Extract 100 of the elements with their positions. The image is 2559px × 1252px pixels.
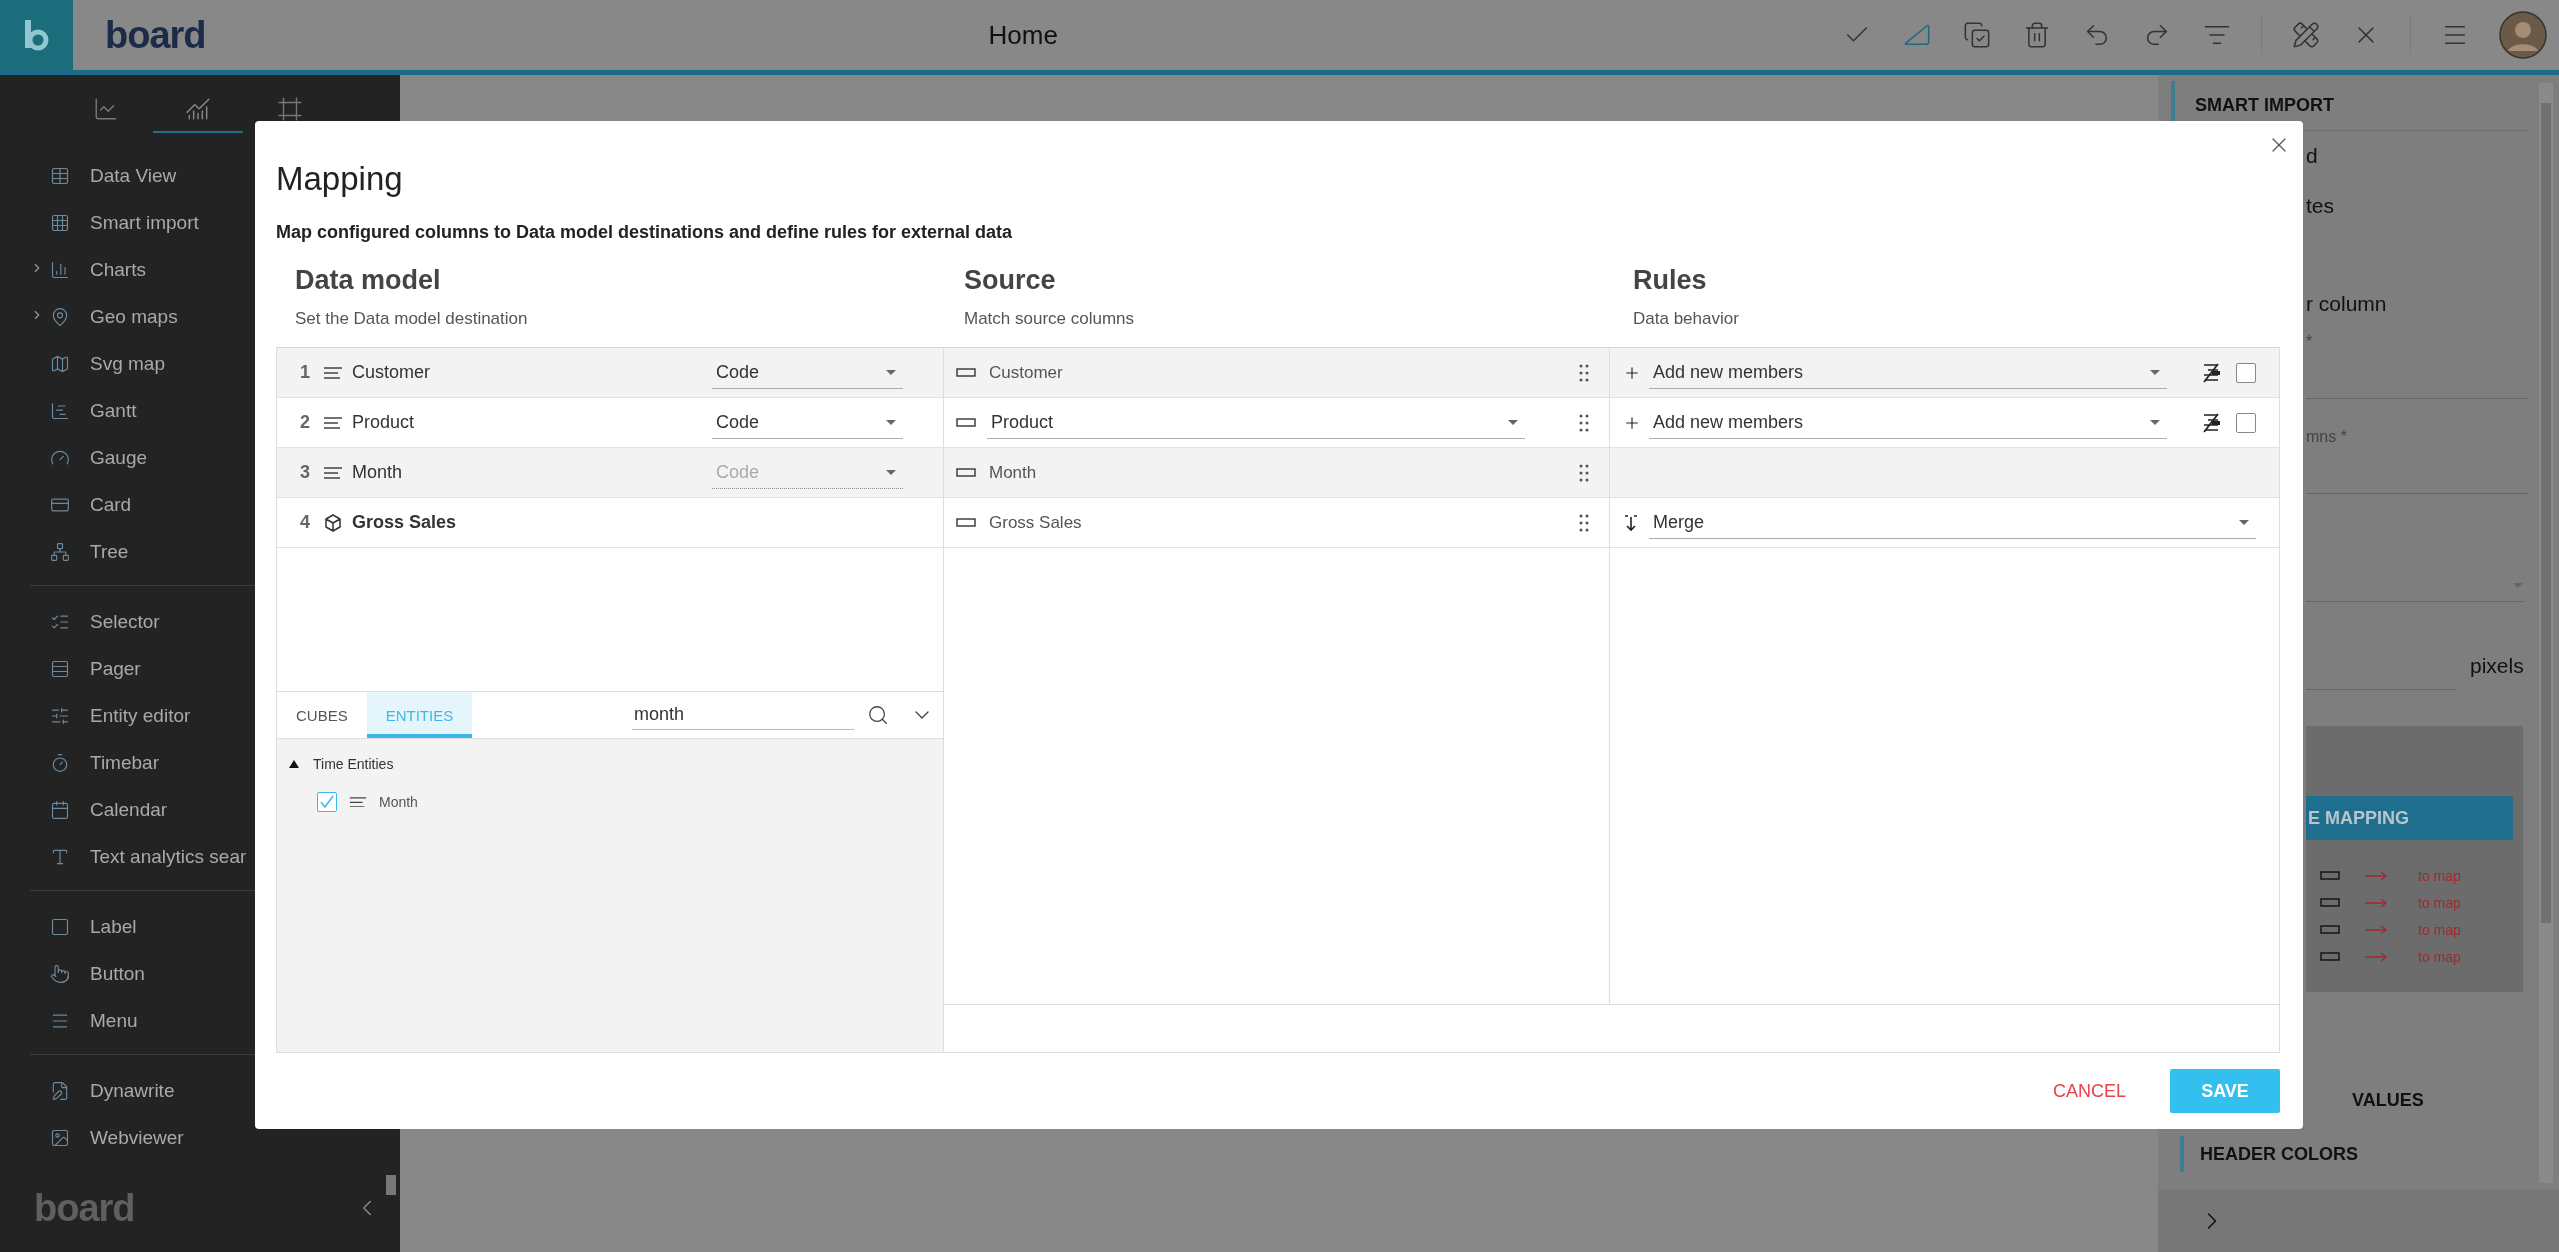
row-number: 1	[299, 362, 311, 383]
chart-icon	[93, 96, 119, 122]
caret-icon	[2149, 418, 2161, 426]
caret-icon	[885, 368, 897, 376]
column-subtitle: Match source columns	[964, 309, 1136, 329]
section-header[interactable]: VALUES	[2348, 1082, 2559, 1118]
lines-icon	[349, 796, 367, 808]
sidebar-item[interactable]: Webviewer	[30, 1114, 380, 1161]
lines-icon	[323, 416, 343, 429]
strike-edit-icon[interactable]	[2200, 361, 2222, 384]
browser-tab[interactable]: CUBES	[277, 692, 367, 738]
calendar-icon	[50, 799, 70, 820]
lines-icon	[323, 366, 343, 379]
timer-icon	[50, 752, 70, 773]
option-label: r column	[2306, 292, 2387, 316]
source-name: Month	[989, 462, 1037, 483]
sidebar-item[interactable]: Label	[30, 903, 380, 950]
sliders-icon	[50, 705, 70, 726]
mapping-status: to map	[2418, 894, 2461, 911]
column-icon	[2320, 898, 2340, 907]
sidebar-item[interactable]: Dynawrite	[30, 1067, 380, 1114]
checkbox[interactable]	[317, 792, 337, 812]
ruler-icon	[2292, 21, 2320, 49]
caret-icon	[885, 468, 897, 476]
strike-edit-icon[interactable]	[2200, 411, 2222, 434]
grid-icon	[50, 212, 70, 233]
sidebar-item[interactable]: Pager	[30, 645, 380, 692]
option-label: d	[2306, 144, 2318, 168]
source-name: Customer	[989, 362, 1063, 383]
scrollbar-thumb[interactable]	[2541, 103, 2551, 923]
rule-dropdown[interactable]: Merge	[1649, 506, 2256, 539]
source-dropdown[interactable]: Product	[987, 406, 1525, 439]
row-number: 3	[299, 462, 311, 483]
table-icon	[50, 165, 70, 186]
column-subtitle: Data behavior	[1633, 309, 1740, 329]
sidebar-item[interactable]: Selector	[30, 598, 380, 645]
scrollbar[interactable]	[2539, 83, 2553, 1183]
search-icon[interactable]	[867, 704, 889, 726]
destination-name: Customer	[352, 362, 431, 383]
map-icon	[50, 353, 70, 374]
option-label: tes	[2306, 194, 2334, 218]
arrow-icon	[2364, 924, 2388, 935]
mapping-status: to map	[2418, 948, 2461, 965]
column-icon	[956, 468, 976, 477]
tree-item-label: Month	[379, 794, 418, 810]
tree-group-label: Time Entities	[313, 756, 394, 772]
column-icon	[956, 518, 976, 527]
drag-handle-icon[interactable]	[1579, 363, 1589, 382]
cancel-button[interactable]: CANCEL	[2048, 1072, 2130, 1110]
expand-toggle-icon[interactable]	[289, 759, 299, 769]
caret-icon	[1507, 418, 1519, 426]
document-icon	[50, 1080, 70, 1101]
arrow-icon	[2364, 870, 2388, 881]
rule-dropdown[interactable]: Add new members	[1649, 356, 2167, 389]
column-title: Rules	[1633, 265, 1708, 297]
sidebar-item[interactable]: Calendar	[30, 786, 380, 833]
column-icon	[956, 418, 976, 427]
trash-icon	[2023, 21, 2051, 49]
rule-dropdown[interactable]: Add new members	[1649, 406, 2167, 439]
sidebar-item[interactable]: Menu	[30, 997, 380, 1044]
checkmark-icon	[319, 795, 335, 809]
sidebar-item[interactable]: Text analytics sear	[30, 833, 380, 880]
dialog-description: Map configured columns to Data model destinations and define rules for external data	[276, 222, 1014, 243]
rows-icon	[50, 658, 70, 679]
bar-chart-icon	[50, 259, 70, 280]
merge-icon	[1623, 513, 1639, 532]
footer-logo: board	[34, 1186, 135, 1230]
scrollbar	[386, 1175, 396, 1195]
drag-handle-icon[interactable]	[1579, 413, 1589, 432]
checkbox[interactable]	[2236, 412, 2256, 433]
square-icon	[50, 916, 70, 937]
avatar-icon[interactable]	[2499, 11, 2547, 59]
pointer-icon	[50, 963, 70, 984]
column-icon	[2320, 952, 2340, 961]
copy-icon	[1963, 21, 1991, 49]
checkbox[interactable]	[2236, 362, 2256, 383]
section-header[interactable]: HEADER COLORS	[2180, 1136, 2559, 1172]
column-title: Source	[964, 265, 1057, 297]
caret-icon	[2149, 368, 2161, 376]
column-icon	[2320, 925, 2340, 934]
chart-grid-icon	[185, 96, 211, 122]
drag-handle-icon[interactable]	[1579, 463, 1589, 482]
tree-icon	[50, 541, 70, 562]
destination-name: Product	[352, 412, 415, 433]
code-dropdown[interactable]: Code	[712, 406, 903, 439]
unit-label: pixels	[2470, 654, 2524, 679]
column-subtitle: Set the Data model destination	[295, 309, 529, 329]
mapping-status: to map	[2418, 921, 2461, 938]
sidebar-item[interactable]: Button	[30, 950, 380, 997]
mapping-status: to map	[2418, 867, 2461, 884]
caret-icon	[2512, 582, 2524, 589]
code-dropdown[interactable]: Code	[712, 356, 903, 389]
caret-icon	[885, 418, 897, 426]
lines-icon	[323, 466, 343, 479]
search-field[interactable]: month	[632, 700, 854, 730]
destination-name: Month	[352, 462, 403, 483]
cube-icon	[323, 512, 343, 533]
drag-handle-icon[interactable]	[1579, 513, 1589, 532]
page-title: Home	[987, 19, 1059, 51]
row-number: 2	[299, 412, 311, 433]
